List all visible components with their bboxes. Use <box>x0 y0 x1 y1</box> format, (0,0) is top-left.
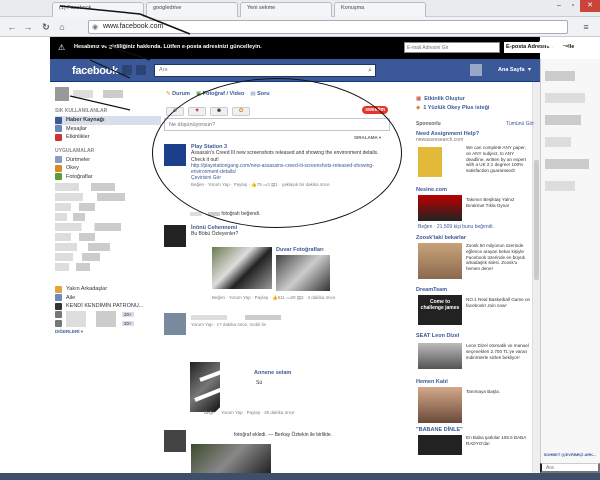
ad-image[interactable] <box>418 195 462 221</box>
event-label: Etkinlik Oluştur <box>424 96 465 102</box>
ad-image[interactable] <box>418 243 462 279</box>
chat-contact[interactable] <box>545 137 571 147</box>
ad-title[interactable]: "BABANE DİNLE" <box>416 427 534 433</box>
chat-contact[interactable] <box>545 71 575 81</box>
ad-image[interactable] <box>418 343 462 369</box>
ad-text: NO.1 Real Basketball Game on facebook! J… <box>466 297 531 308</box>
ad-item[interactable]: Hemen Katıl Tanımaya Başla. <box>416 379 534 427</box>
ad-title[interactable]: DreamTeam <box>416 287 534 293</box>
ad-title[interactable]: Hemen Katıl <box>416 379 534 385</box>
ad-image[interactable] <box>418 435 462 455</box>
chat-search-input[interactable] <box>540 463 600 473</box>
ad-image[interactable]: Come to challenge james <box>418 295 462 325</box>
chat-contact[interactable] <box>545 181 575 191</box>
event-label: 1 Yüzlük Okey Plus isteği <box>423 105 490 111</box>
ad-text: En Baba şarkılar 105.6 BABA RADYO'da! <box>466 435 527 446</box>
create-event-link[interactable]: ▦ Etkinlik Oluştur <box>416 96 534 102</box>
okey-icon: ◆ <box>416 105 421 111</box>
os-taskbar <box>0 473 600 480</box>
see-all-link[interactable]: Tümünü Gör <box>506 121 534 127</box>
ad-item[interactable]: Nesine.com Takımın Beşiktaş Yalnız Bırak… <box>416 187 534 235</box>
ad-text: We can complete ANY paper, on ANY subjec… <box>466 145 527 174</box>
ad-item[interactable]: Need Assignment Help? newassresearch.com… <box>416 131 534 187</box>
ad-text: Takımın Beşiktaş Yalnız Bırakma! Tıkla O… <box>466 197 515 208</box>
ad-image[interactable] <box>418 387 462 423</box>
ad-title[interactable]: Nesine.com <box>416 187 534 193</box>
scrollbar-thumb[interactable] <box>534 160 539 280</box>
ad-item[interactable]: DreamTeam Come to challenge james NO.1 R… <box>416 287 534 333</box>
scribble-line <box>194 361 251 422</box>
chat-contact[interactable] <box>545 115 581 125</box>
ad-domain: newassresearch.com <box>416 137 464 143</box>
ad-title[interactable]: Zoosk'taki bekarlar <box>416 235 534 241</box>
ad-text: Leon Dizel otomatik ve manuel seçenekler… <box>466 343 529 360</box>
ad-image[interactable] <box>418 147 442 177</box>
chat-contact[interactable] <box>545 93 585 103</box>
ad-image-text: Come to challenge james <box>420 299 460 311</box>
scribble-line <box>59 5 191 35</box>
sponsored-label: Sponsorlu <box>416 121 441 127</box>
chat-online-header[interactable]: SOHBET (ÇEVRİMİÇİ ARK... <box>540 452 600 457</box>
calendar-icon: ▦ <box>416 96 422 102</box>
ad-title[interactable]: SEAT Leon Dizel <box>416 333 534 339</box>
sponsored-header: Sponsorlu Tümünü Gör <box>416 121 534 127</box>
ad-likes[interactable]: Beğen · 21.509 kişi bunu beğendi. <box>418 224 494 230</box>
ad-item[interactable]: SEAT Leon Dizel Leon Dizel otomatik ve m… <box>416 333 534 379</box>
chat-sidebar <box>540 59 600 480</box>
ad-text: Tanımaya Başla. <box>466 389 500 394</box>
okey-request-link[interactable]: ◆ 1 Yüzlük Okey Plus isteği <box>416 105 534 111</box>
ad-item[interactable]: "BABANE DİNLE" En Baba şarkılar 105.6 BA… <box>416 427 534 457</box>
ad-text: Zoosk 50 milyonun üzerinde eğlence araya… <box>466 243 525 272</box>
chat-contact[interactable] <box>545 159 589 169</box>
right-sidebar: ▦ Etkinlik Oluştur ◆ 1 Yüzlük Okey Plus is… <box>416 96 534 457</box>
ad-item[interactable]: Zoosk'taki bekarlar Zoosk 50 milyonun üz… <box>416 235 534 287</box>
scribble-line <box>69 44 151 111</box>
